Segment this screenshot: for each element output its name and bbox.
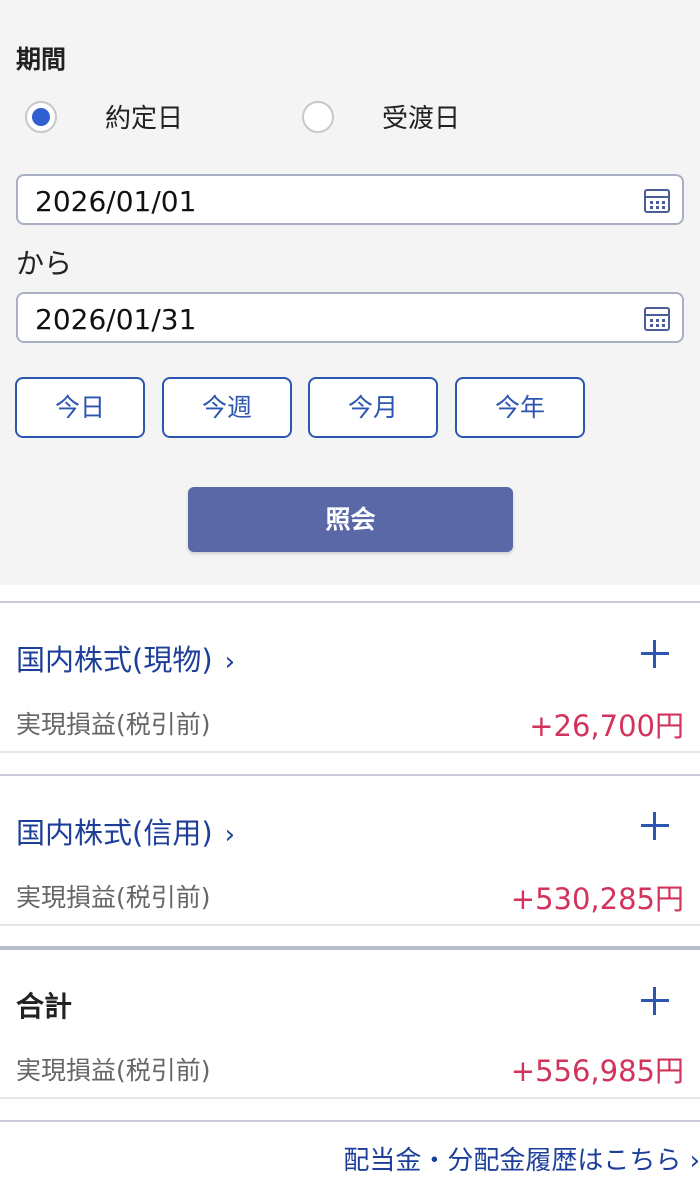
realized-pl-label: 実現損益(税引前) — [16, 710, 211, 739]
today-button[interactable]: 今日 — [15, 377, 145, 438]
section-title-domestic-cash[interactable]: 国内株式(現物) › — [16, 637, 235, 679]
date-separator: から — [16, 247, 73, 280]
dividend-history-link[interactable]: 配当金・分配金履歴はこちら › — [343, 1140, 700, 1177]
calendar-icon[interactable] — [644, 307, 670, 331]
period-label: 期間 — [16, 45, 67, 74]
calendar-icon[interactable] — [644, 189, 670, 213]
chevron-right-icon: › — [224, 647, 236, 677]
realized-pl-value: +26,700円 — [529, 709, 684, 743]
section-divider — [0, 1097, 700, 1099]
total-title: 合計 — [16, 990, 73, 1023]
end-date-value: 2026/01/31 — [35, 303, 197, 336]
section-divider — [0, 924, 700, 926]
total-pl-label: 実現損益(税引前) — [16, 1056, 211, 1085]
this-week-button[interactable]: 今週 — [162, 377, 292, 438]
radio-trade-date[interactable] — [25, 101, 57, 133]
expand-plus-icon[interactable] — [641, 987, 669, 1015]
section-title-label: 国内株式(現物) — [16, 643, 213, 677]
this-year-button[interactable]: 今年 — [455, 377, 585, 438]
query-button[interactable]: 照会 — [188, 487, 513, 552]
section-divider — [0, 601, 700, 603]
radio-trade-date-label[interactable]: 約定日 — [105, 98, 183, 135]
realized-pl-value: +530,285円 — [510, 882, 684, 916]
chevron-right-icon: › — [224, 820, 236, 850]
section-title-domestic-margin[interactable]: 国内株式(信用) › — [16, 810, 235, 852]
radio-settlement-date-label[interactable]: 受渡日 — [382, 98, 460, 135]
end-date-input[interactable]: 2026/01/31 — [16, 292, 684, 343]
start-date-input[interactable]: 2026/01/01 — [16, 174, 684, 225]
section-title-label: 国内株式(信用) — [16, 816, 213, 850]
total-divider — [0, 946, 700, 950]
this-month-button[interactable]: 今月 — [308, 377, 438, 438]
radio-settlement-date[interactable] — [302, 101, 334, 133]
expand-plus-icon[interactable] — [641, 640, 669, 668]
section-divider — [0, 774, 700, 776]
section-divider — [0, 1120, 700, 1122]
realized-pl-label: 実現損益(税引前) — [16, 883, 211, 912]
expand-plus-icon[interactable] — [641, 812, 669, 840]
total-pl-value: +556,985円 — [510, 1054, 684, 1088]
section-divider — [0, 751, 700, 753]
start-date-value: 2026/01/01 — [35, 185, 197, 218]
filter-panel: 期間 約定日 受渡日 2026/01/01 から 2026/01/31 今日 今… — [0, 0, 700, 585]
